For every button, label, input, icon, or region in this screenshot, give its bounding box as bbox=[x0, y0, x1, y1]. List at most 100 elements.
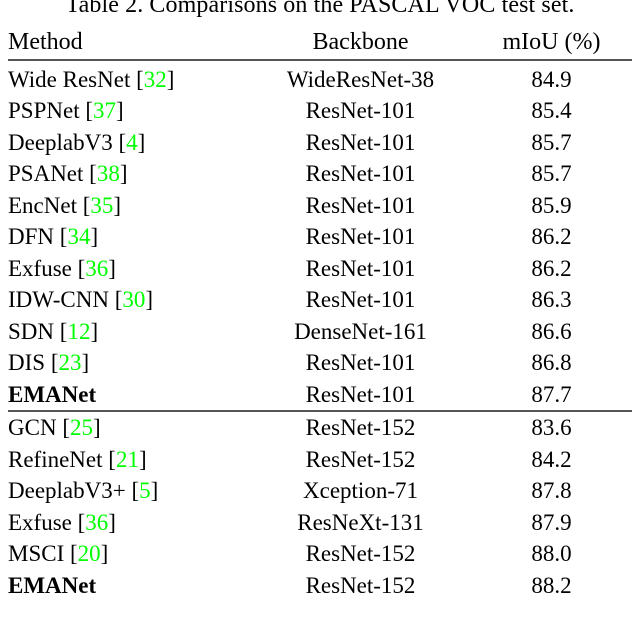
citation-reference[interactable]: [25] bbox=[62, 415, 100, 440]
method-name: IDW-CNN bbox=[8, 287, 109, 312]
citation-reference[interactable]: [32] bbox=[136, 67, 174, 92]
cell-backbone: ResNet-101 bbox=[305, 161, 416, 186]
method-name: DeeplabV3+ bbox=[8, 478, 126, 503]
table-row: EncNet [35] ResNet-101 85.9 bbox=[8, 190, 632, 222]
citation-number: 37 bbox=[93, 98, 117, 123]
cell-method: PSPNet [37] bbox=[8, 95, 250, 127]
table-row: DeeplabV3+ [5] Xception-71 87.8 bbox=[8, 475, 632, 507]
cell-backbone: ResNet-152 bbox=[305, 541, 416, 566]
table-row: GCN [25] ResNet-152 83.6 bbox=[8, 412, 632, 444]
citation-reference[interactable]: [4] bbox=[119, 130, 146, 155]
method-name: EncNet bbox=[8, 192, 77, 218]
table-row: SDN [12] DenseNet-161 86.6 bbox=[8, 316, 632, 348]
cell-miou: 83.6 bbox=[531, 415, 572, 440]
cell-miou: 85.9 bbox=[531, 192, 572, 218]
cell-backbone: ResNet-152 bbox=[305, 415, 416, 440]
citation-number: 36 bbox=[85, 255, 109, 281]
cell-method: DeeplabV3+ [5] bbox=[8, 475, 250, 507]
cell-miou: 88.2 bbox=[531, 572, 572, 598]
citation-number: 4 bbox=[126, 129, 138, 155]
cell-miou: 88.0 bbox=[531, 541, 572, 566]
citation-reference[interactable]: [36] bbox=[78, 256, 116, 281]
method-name: MSCI bbox=[8, 541, 65, 566]
cell-method: MSCI [20] bbox=[8, 538, 250, 570]
citation-number: 32 bbox=[143, 66, 167, 92]
cell-backbone: ResNet-101 bbox=[305, 224, 416, 249]
table-row: DIS [23] ResNet-101 86.8 bbox=[8, 347, 632, 379]
cell-miou: 86.3 bbox=[531, 287, 572, 312]
cell-miou: 84.9 bbox=[531, 66, 572, 92]
cell-backbone: ResNet-101 bbox=[305, 192, 416, 218]
table-row: Wide ResNet [32] WideResNet-38 84.9 bbox=[8, 64, 632, 96]
method-name: Exfuse bbox=[8, 509, 72, 535]
table-row: EMANet ResNet-101 87.7 bbox=[8, 379, 632, 412]
method-name: PSPNet bbox=[8, 98, 80, 123]
cell-backbone: ResNet-101 bbox=[305, 287, 416, 312]
cell-backbone: DenseNet-161 bbox=[294, 318, 427, 344]
column-header-miou: mIoU (%) bbox=[502, 29, 601, 55]
table-header: Method Backbone mIoU (%) bbox=[8, 27, 632, 64]
method-name: Wide ResNet bbox=[8, 66, 131, 92]
cell-method: PSANet [38] bbox=[8, 158, 250, 190]
citation-reference[interactable]: [38] bbox=[89, 161, 127, 186]
cell-miou: 87.9 bbox=[531, 509, 572, 535]
cell-miou: 86.2 bbox=[531, 224, 572, 249]
table-row: DFN [34] ResNet-101 86.2 bbox=[8, 221, 632, 253]
citation-reference[interactable]: [12] bbox=[60, 319, 98, 344]
cell-backbone: WideResNet-38 bbox=[286, 66, 435, 92]
cell-miou: 87.8 bbox=[531, 478, 572, 503]
citation-reference[interactable]: [20] bbox=[70, 541, 108, 566]
cell-backbone: ResNet-101 bbox=[305, 381, 416, 407]
citation-reference[interactable]: [37] bbox=[85, 98, 123, 123]
citation-number: 38 bbox=[96, 161, 120, 186]
table-row: RefineNet [21] ResNet-152 84.2 bbox=[8, 444, 632, 476]
cell-method: RefineNet [21] bbox=[8, 444, 250, 476]
cell-miou: 86.2 bbox=[531, 255, 572, 281]
method-name: PSANet bbox=[8, 161, 84, 186]
cell-miou: 87.7 bbox=[531, 381, 572, 407]
citation-reference[interactable]: [36] bbox=[78, 510, 116, 535]
table-caption: Table 2. Comparisons on the PASCAL VOC t… bbox=[65, 0, 575, 18]
cell-backbone: ResNet-152 bbox=[305, 446, 416, 472]
citation-reference[interactable]: [21] bbox=[108, 447, 146, 472]
column-header-method: Method bbox=[8, 29, 83, 55]
citation-number: 5 bbox=[139, 478, 151, 503]
page-root: Table 2. Comparisons on the PASCAL VOC t… bbox=[0, 0, 640, 622]
cell-method: DIS [23] bbox=[8, 347, 250, 379]
citation-number: 12 bbox=[67, 318, 91, 344]
table-header-row: Method Backbone mIoU (%) bbox=[8, 27, 632, 60]
citation-reference[interactable]: [5] bbox=[131, 478, 158, 503]
method-name: EMANet bbox=[8, 381, 97, 407]
citation-reference[interactable]: [23] bbox=[51, 350, 89, 375]
cell-method: GCN [25] bbox=[8, 412, 250, 444]
cell-backbone: ResNet-152 bbox=[305, 572, 416, 598]
citation-number: 35 bbox=[90, 192, 114, 218]
table-row: IDW-CNN [30] ResNet-101 86.3 bbox=[8, 284, 632, 316]
table-row: DeeplabV3 [4] ResNet-101 85.7 bbox=[8, 127, 632, 159]
method-name: SDN bbox=[8, 318, 55, 344]
citation-number: 23 bbox=[58, 350, 82, 375]
citation-reference[interactable]: [34] bbox=[60, 224, 98, 249]
citation-number: 25 bbox=[69, 415, 93, 440]
cell-backbone: ResNet-101 bbox=[305, 98, 416, 123]
cell-method: Exfuse [36] bbox=[8, 507, 250, 539]
cell-method: IDW-CNN [30] bbox=[8, 284, 250, 316]
cell-backbone: ResNet-101 bbox=[305, 255, 416, 281]
table-row: MSCI [20] ResNet-152 88.0 bbox=[8, 538, 632, 570]
cell-miou: 85.4 bbox=[531, 98, 572, 123]
cell-miou: 86.6 bbox=[531, 318, 572, 344]
citation-number: 30 bbox=[122, 287, 146, 312]
table-row: PSANet [38] ResNet-101 85.7 bbox=[8, 158, 632, 190]
cell-backbone: ResNeXt-131 bbox=[297, 509, 424, 535]
method-name: GCN bbox=[8, 415, 57, 440]
comparison-table-container: Method Backbone mIoU (%) Wide ResNet [32… bbox=[8, 27, 632, 601]
method-name: DFN bbox=[8, 224, 55, 249]
citation-reference[interactable]: [30] bbox=[115, 287, 153, 312]
method-name: DeeplabV3 bbox=[8, 129, 113, 155]
citation-reference[interactable]: [35] bbox=[83, 193, 121, 218]
table-row: Exfuse [36] ResNeXt-131 87.9 bbox=[8, 507, 632, 539]
method-name: DIS bbox=[8, 350, 46, 375]
table-row: PSPNet [37] ResNet-101 85.4 bbox=[8, 95, 632, 127]
table-row: EMANet ResNet-152 88.2 bbox=[8, 570, 632, 602]
method-name: RefineNet bbox=[8, 446, 103, 472]
